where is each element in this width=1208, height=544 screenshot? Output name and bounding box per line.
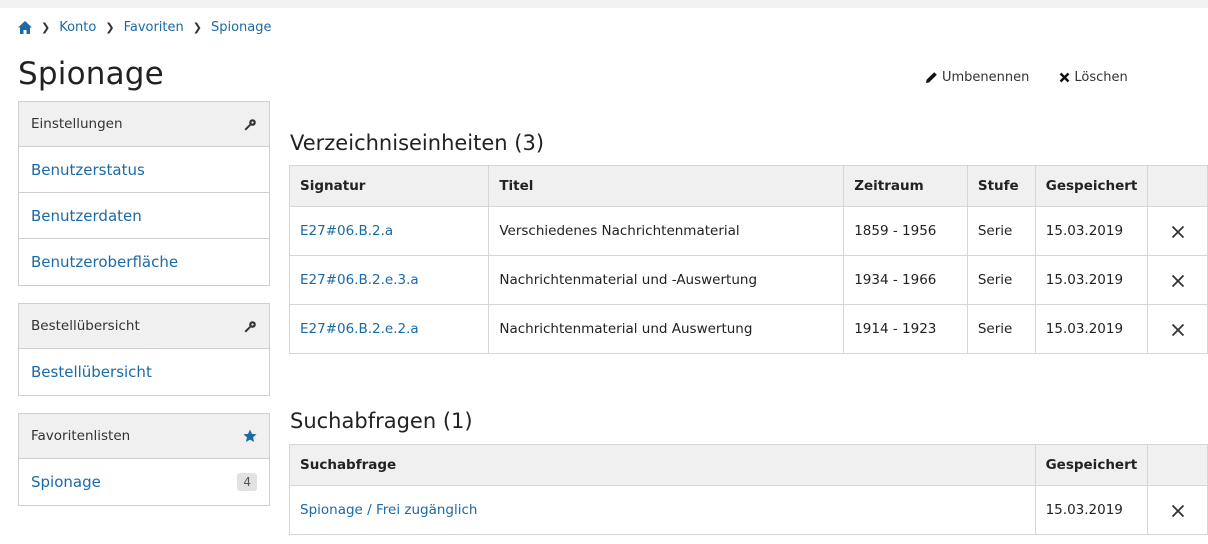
- close-icon: [1171, 504, 1184, 518]
- sidebar: Einstellungen Benutzerstatus Benutzerdat…: [18, 101, 270, 523]
- column-header-stufe[interactable]: Stufe: [966, 165, 1036, 207]
- units-table: Signatur Titel Zeitraum Stufe Gespeicher…: [288, 165, 1208, 354]
- top-strip: [0, 0, 1208, 8]
- close-icon: [1171, 323, 1184, 337]
- chevron-right-icon: ❯: [105, 21, 115, 34]
- column-header-gespeichert[interactable]: Gespeichert: [1034, 444, 1149, 486]
- favorites-panel: Favoritenlisten Spionage 4: [18, 413, 270, 506]
- table-row: E27#06.B.2.e.2.a Nachrichtenmaterial und…: [288, 304, 1208, 354]
- zeitraum-cell: 1859 - 1956: [843, 206, 968, 256]
- column-header-suchabfrage[interactable]: Suchabfrage: [289, 444, 1036, 486]
- titel-cell: Nachrichtenmaterial und -Auswertung: [488, 255, 845, 305]
- orders-heading: Bestellübersicht: [31, 318, 140, 334]
- table-row: Spionage / Frei zugänglich 15.03.2019: [289, 485, 1208, 535]
- settings-panel: Einstellungen Benutzerstatus Benutzerdat…: [18, 101, 270, 286]
- key-icon: [244, 118, 256, 131]
- column-header-titel[interactable]: Titel: [488, 165, 845, 207]
- titel-cell: Nachrichtenmaterial und Auswertung: [488, 304, 845, 354]
- remove-favorite-button[interactable]: [1147, 206, 1208, 256]
- units-heading: Verzeichniseinheiten (3): [290, 131, 545, 155]
- key-icon: [244, 320, 256, 333]
- table-header-row: Signatur Titel Zeitraum Stufe Gespeicher…: [288, 165, 1208, 207]
- stufe-cell: Serie: [966, 304, 1036, 354]
- close-icon: [1060, 72, 1070, 83]
- orders-panel-header: Bestellübersicht: [19, 304, 269, 349]
- pencil-icon: [926, 72, 937, 83]
- count-badge: 4: [237, 473, 257, 491]
- favorites-heading: Favoritenlisten: [31, 428, 131, 444]
- home-icon[interactable]: [18, 21, 32, 34]
- rename-button[interactable]: Umbenennen: [925, 70, 1029, 85]
- column-header-actions: [1147, 444, 1208, 486]
- sidebar-item-label: Benutzerstatus: [31, 160, 145, 179]
- star-icon: [243, 429, 257, 442]
- stufe-cell: Serie: [966, 255, 1036, 305]
- close-icon: [1171, 225, 1184, 239]
- column-header-gespeichert[interactable]: Gespeichert: [1034, 165, 1149, 207]
- queries-heading: Suchabfragen (1): [290, 409, 473, 433]
- page-title: Spionage: [18, 56, 164, 92]
- breadcrumb-favoriten[interactable]: Favoriten: [124, 20, 184, 35]
- table-row: E27#06.B.2.a Verschiedenes Nachrichtenma…: [288, 206, 1208, 256]
- gespeichert-cell: 15.03.2019: [1034, 304, 1149, 354]
- signatur-link[interactable]: E27#06.B.2.e.2.a: [288, 304, 490, 354]
- zeitraum-cell: 1934 - 1966: [843, 255, 968, 305]
- sidebar-item-spionage[interactable]: Spionage 4: [19, 459, 269, 505]
- breadcrumb-konto[interactable]: Konto: [59, 20, 96, 35]
- chevron-right-icon: ❯: [41, 21, 51, 34]
- remove-query-button[interactable]: [1147, 485, 1208, 535]
- titel-cell: Verschiedenes Nachrichtenmaterial: [488, 206, 845, 256]
- sidebar-item-benutzerdaten[interactable]: Benutzerdaten: [19, 193, 269, 239]
- close-icon: [1171, 274, 1184, 288]
- breadcrumb: ❯ Konto ❯ Favoriten ❯ Spionage: [18, 20, 272, 35]
- orders-panel: Bestellübersicht Bestellübersicht: [18, 303, 270, 396]
- sidebar-item-bestelluebersicht[interactable]: Bestellübersicht: [19, 349, 269, 395]
- gespeichert-cell: 15.03.2019: [1034, 485, 1149, 535]
- stufe-cell: Serie: [966, 206, 1036, 256]
- rename-label: Umbenennen: [942, 70, 1030, 85]
- page-actions: Umbenennen Löschen: [925, 70, 1128, 85]
- sidebar-item-label: Spionage: [31, 473, 101, 491]
- chevron-right-icon: ❯: [192, 21, 202, 34]
- queries-table: Suchabfrage Gespeichert Spionage / Frei …: [289, 444, 1208, 535]
- sidebar-item-label: Benutzeroberfläche: [31, 253, 179, 271]
- favorites-panel-header: Favoritenlisten: [19, 414, 269, 459]
- table-row: E27#06.B.2.e.3.a Nachrichtenmaterial und…: [288, 255, 1208, 305]
- settings-panel-header: Einstellungen: [19, 102, 269, 147]
- table-header-row: Suchabfrage Gespeichert: [289, 444, 1208, 486]
- gespeichert-cell: 15.03.2019: [1034, 255, 1149, 305]
- remove-favorite-button[interactable]: [1147, 255, 1208, 305]
- gespeichert-cell: 15.03.2019: [1034, 206, 1149, 256]
- sidebar-item-label: Benutzerdaten: [31, 206, 142, 225]
- sidebar-item-benutzerstatus[interactable]: Benutzerstatus: [19, 147, 269, 193]
- signatur-link[interactable]: E27#06.B.2.a: [288, 206, 490, 256]
- delete-label: Löschen: [1074, 70, 1128, 85]
- search-query-link[interactable]: Spionage / Frei zugänglich: [289, 485, 1036, 535]
- remove-favorite-button[interactable]: [1147, 304, 1208, 354]
- sidebar-item-label: Bestellübersicht: [31, 363, 152, 381]
- column-header-actions: [1147, 165, 1208, 207]
- signatur-link[interactable]: E27#06.B.2.e.3.a: [288, 255, 490, 305]
- column-header-signatur[interactable]: Signatur: [288, 165, 490, 207]
- settings-heading: Einstellungen: [31, 116, 123, 132]
- sidebar-item-benutzeroberflaeche[interactable]: Benutzeroberfläche: [19, 239, 269, 285]
- delete-list-button[interactable]: Löschen: [1059, 70, 1128, 85]
- column-header-zeitraum[interactable]: Zeitraum: [843, 165, 968, 207]
- zeitraum-cell: 1914 - 1923: [843, 304, 968, 354]
- breadcrumb-spionage[interactable]: Spionage: [211, 20, 272, 35]
